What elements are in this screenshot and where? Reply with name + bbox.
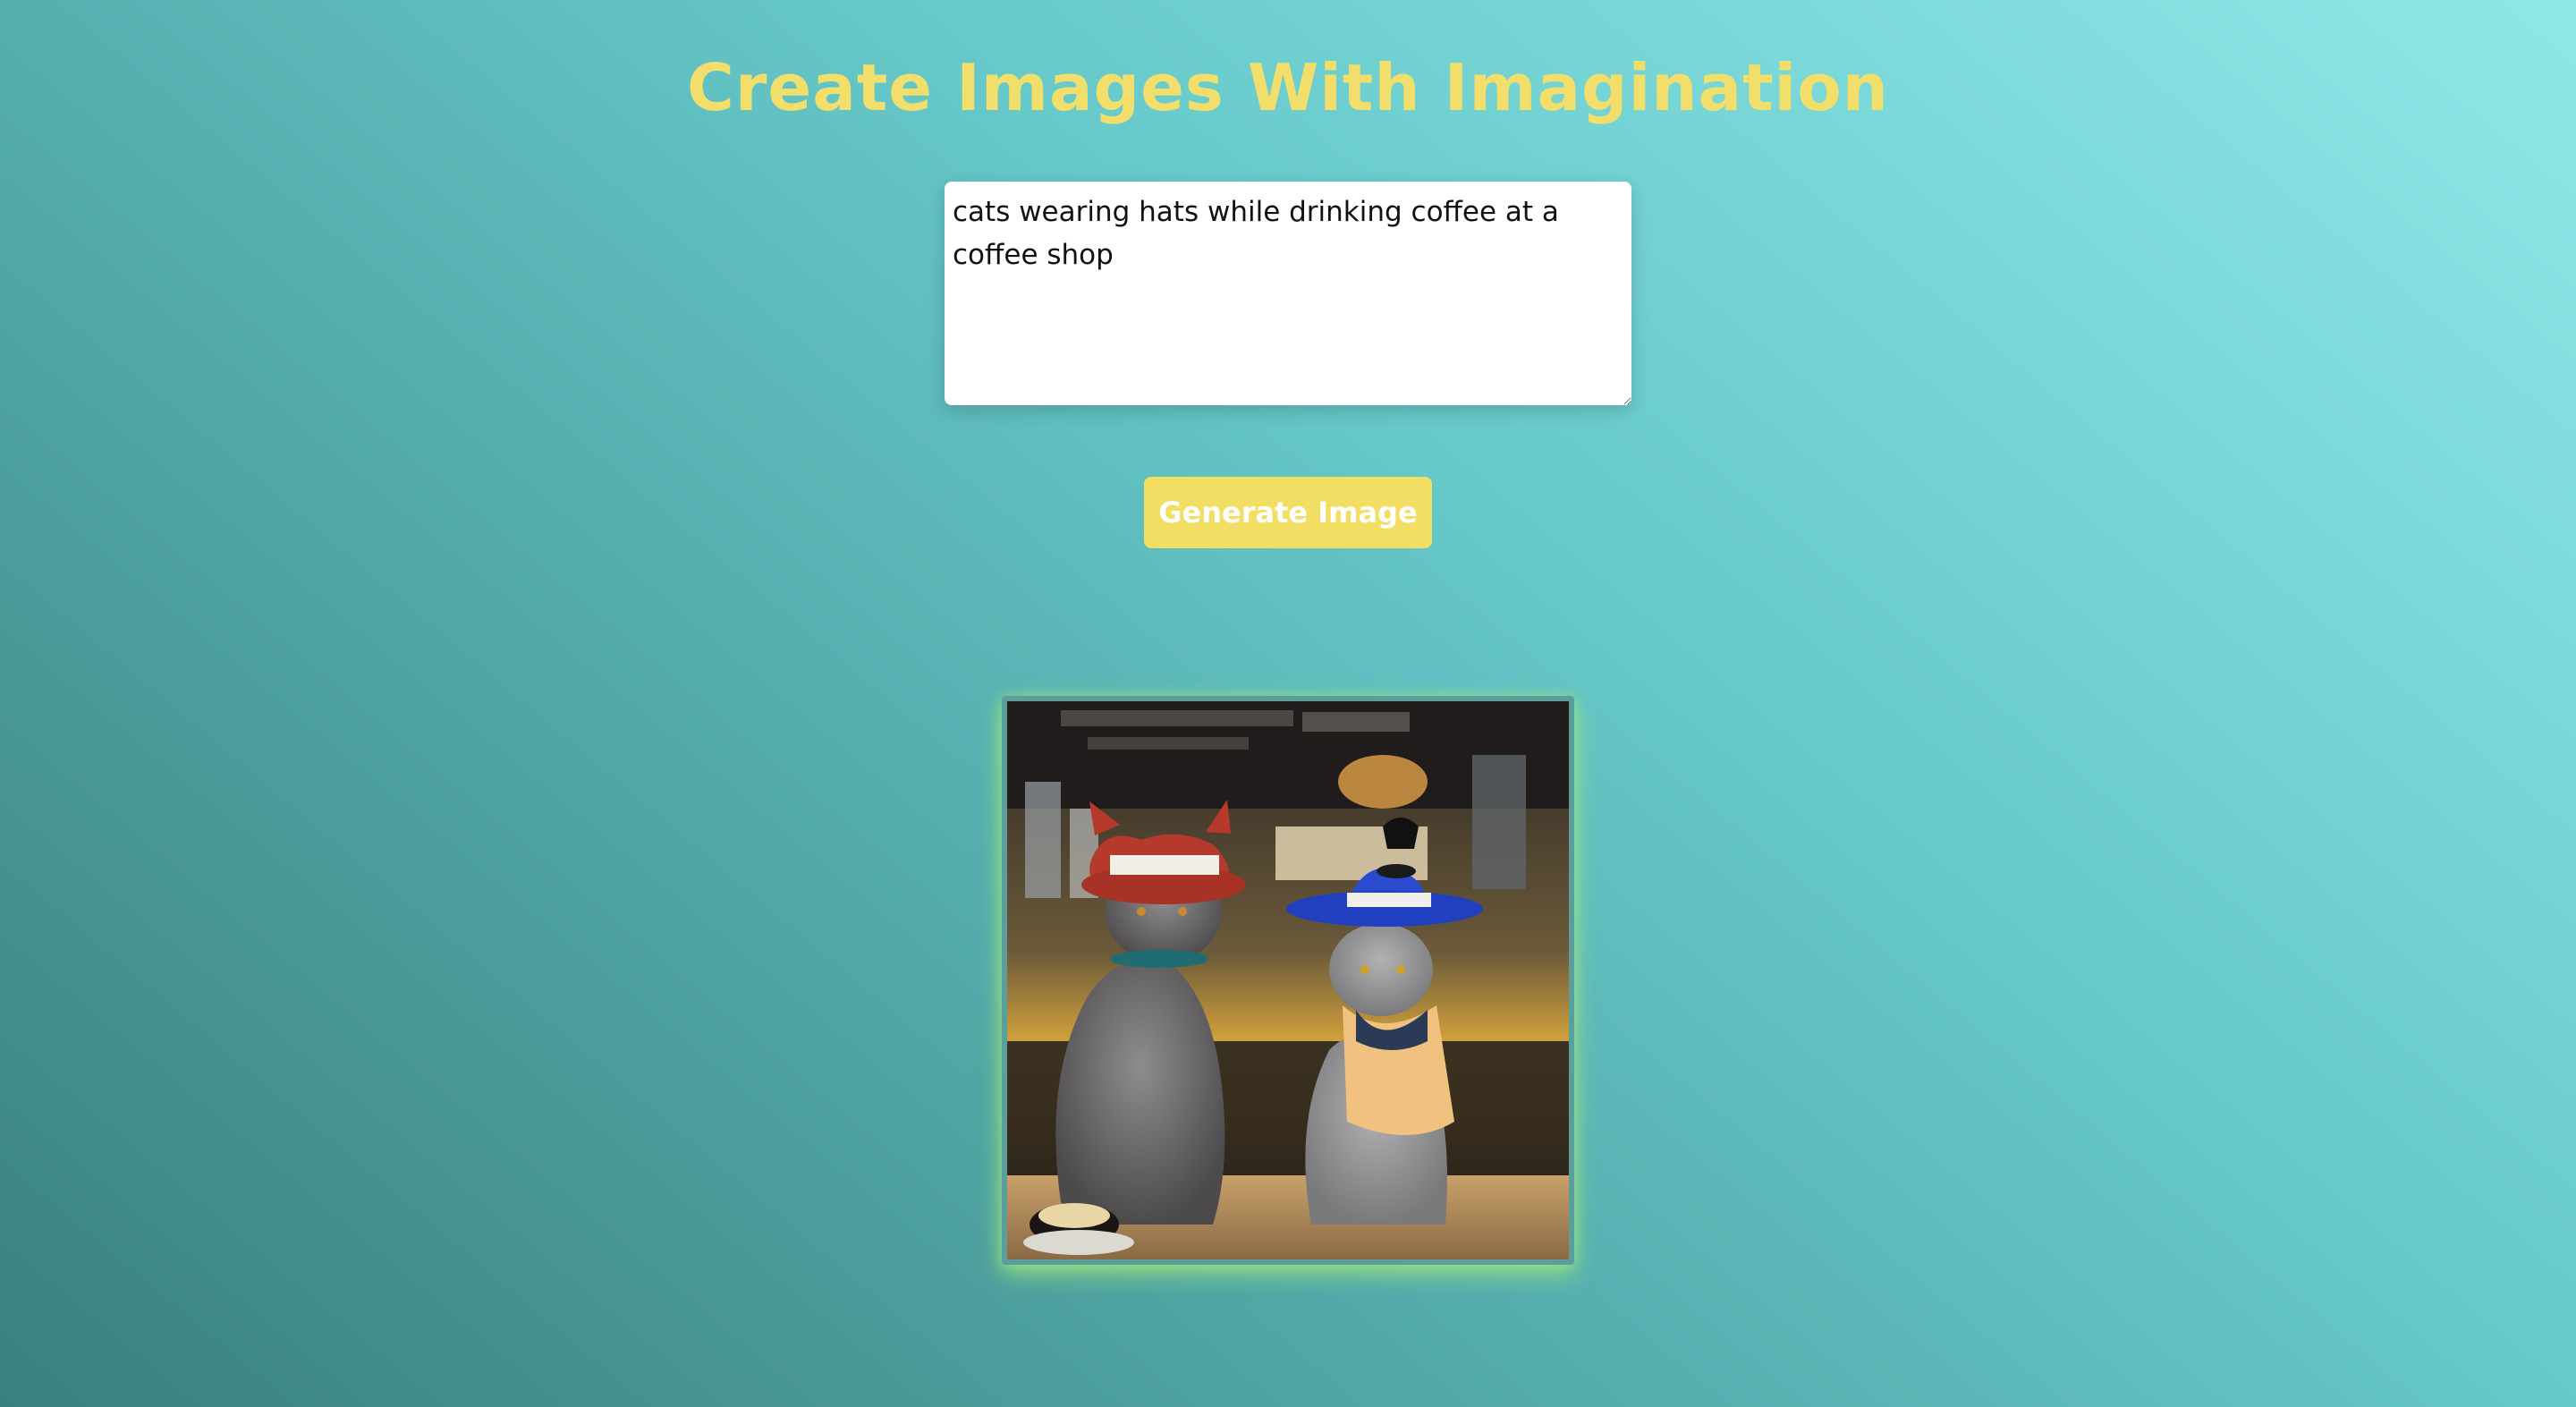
page-title: Create Images With Imagination: [687, 50, 1889, 125]
generated-image-illustration: [1007, 701, 1569, 1259]
generated-image: [1002, 696, 1574, 1265]
prompt-input[interactable]: [945, 182, 1631, 405]
generate-image-button[interactable]: Generate Image: [1144, 477, 1432, 548]
